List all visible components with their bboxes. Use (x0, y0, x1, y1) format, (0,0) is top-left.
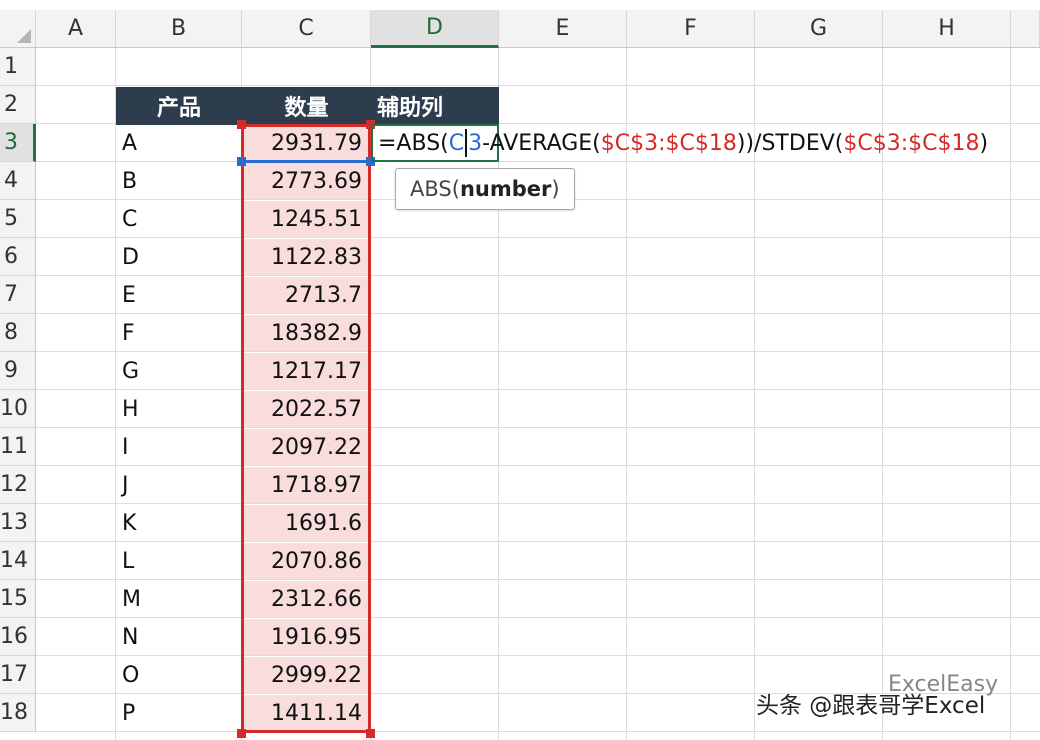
formula-close: ) (979, 130, 989, 156)
in-cell-formula-editor[interactable]: =ABS(C 3 -AVERAGE($C$3:$C$18))/STDEV($C$3:… (378, 124, 988, 162)
range-handle-bottom-left[interactable] (237, 729, 246, 738)
column-header-c[interactable]: C (242, 10, 371, 48)
cell-quantity[interactable]: 1245.51 (244, 201, 368, 237)
cell-quantity[interactable]: 2773.69 (244, 163, 368, 199)
cell-quantity[interactable]: 1691.6 (244, 505, 368, 541)
formula-range-1: $C$3:$C$18 (600, 130, 737, 156)
cell-quantity[interactable]: 2022.57 (244, 391, 368, 427)
row-header-5[interactable]: 5 (0, 200, 36, 238)
row-header-8[interactable]: 8 (0, 314, 36, 352)
column-header-g[interactable]: G (755, 10, 883, 48)
cell-quantity[interactable]: 1916.95 (244, 619, 368, 655)
cell-quantity[interactable]: 2312.66 (244, 581, 368, 617)
row-header-2[interactable]: 2 (0, 86, 36, 124)
cell-quantity[interactable]: 2097.22 (244, 429, 368, 465)
row-header-1[interactable]: 1 (0, 48, 36, 86)
header-cell-quantity[interactable]: 数量 (242, 87, 371, 125)
cell-quantity[interactable]: 1411.14 (244, 695, 368, 731)
column-header-f[interactable]: F (627, 10, 755, 48)
range-handle-bottom-right[interactable] (366, 729, 375, 738)
cell-product[interactable]: F (116, 314, 242, 352)
row-header-18[interactable]: 18 (0, 694, 36, 732)
row-header-10[interactable]: 10 (0, 390, 36, 428)
column-header-d[interactable]: D (371, 10, 499, 48)
formula-part-average: -AVERAGE( (482, 130, 601, 156)
row-header-11[interactable]: 11 (0, 428, 36, 466)
cell-product[interactable]: N (116, 618, 242, 656)
c3-reference-underline (243, 160, 369, 163)
formula-part-stdev: ))/STDEV( (736, 130, 844, 156)
cell-product[interactable]: H (116, 390, 242, 428)
header-cell-helper[interactable]: 辅助列 (371, 87, 499, 125)
row-header-6[interactable]: 6 (0, 238, 36, 276)
range-handle-top-left[interactable] (237, 120, 246, 129)
cell-quantity[interactable]: 2931.79 (244, 125, 368, 161)
cell-product[interactable]: L (116, 542, 242, 580)
cell-product[interactable]: P (116, 694, 242, 732)
cell-product[interactable]: O (116, 656, 242, 694)
text-caret (465, 129, 468, 157)
cell-product[interactable]: A (116, 124, 242, 162)
row-header-3[interactable]: 3 (0, 124, 36, 162)
cell-product[interactable]: G (116, 352, 242, 390)
formula-ref-c3-col: C (448, 130, 465, 156)
c3-handle-left[interactable] (237, 157, 246, 166)
grid-hline (36, 85, 1040, 86)
tooltip-function-name: ABS( (410, 177, 460, 201)
spreadsheet-grid[interactable]: ABCDEFGH 1 2 3 4 5 6 7 8 9 10 11 12 13 14 15 16 17 18 产品 … (0, 0, 1040, 740)
row-header-16[interactable]: 16 (0, 618, 36, 656)
watermark: 头条 @跟表哥学Excel (756, 693, 986, 719)
cell-quantity[interactable]: 2713.7 (244, 277, 368, 313)
column-header-e[interactable]: E (499, 10, 627, 48)
cell-product[interactable]: J (116, 466, 242, 504)
column-header-filler (1011, 10, 1040, 48)
row-header-17[interactable]: 17 (0, 656, 36, 694)
cell-quantity[interactable]: 1718.97 (244, 467, 368, 503)
tooltip-argument[interactable]: number (460, 177, 551, 201)
grid-vline (1010, 48, 1011, 740)
row-header-12[interactable]: 12 (0, 466, 36, 504)
formula-range-2: $C$3:$C$18 (843, 130, 980, 156)
cell-product[interactable]: C (116, 200, 242, 238)
column-header-b[interactable]: B (116, 10, 242, 48)
select-all-triangle-icon (17, 29, 31, 43)
cell-quantity[interactable]: 1217.17 (244, 353, 368, 389)
column-header-a[interactable]: A (36, 10, 116, 48)
cell-quantity[interactable]: 1122.83 (244, 239, 368, 275)
cell-quantity[interactable]: 2999.22 (244, 657, 368, 693)
row-header-4[interactable]: 4 (0, 162, 36, 200)
cell-product[interactable]: D (116, 238, 242, 276)
formula-ref-c3-row: 3 (468, 130, 483, 156)
select-all-corner[interactable] (0, 10, 36, 48)
column-header-h[interactable]: H (883, 10, 1011, 48)
cell-product[interactable]: K (116, 504, 242, 542)
cell-product[interactable]: I (116, 428, 242, 466)
header-cell-product[interactable]: 产品 (116, 87, 242, 125)
cell-product[interactable]: M (116, 580, 242, 618)
cell-quantity[interactable]: 18382.9 (244, 315, 368, 351)
cell-product[interactable]: E (116, 276, 242, 314)
row-header-13[interactable]: 13 (0, 504, 36, 542)
formula-part-abs: =ABS( (378, 130, 449, 156)
cell-quantity[interactable]: 2070.86 (244, 543, 368, 579)
row-header-7[interactable]: 7 (0, 276, 36, 314)
row-header-9[interactable]: 9 (0, 352, 36, 390)
tooltip-close-paren: ) (551, 177, 560, 201)
row-header-14[interactable]: 14 (0, 542, 36, 580)
cell-product[interactable]: B (116, 162, 242, 200)
row-header-15[interactable]: 15 (0, 580, 36, 618)
function-tooltip[interactable]: ABS(number) (395, 168, 575, 210)
